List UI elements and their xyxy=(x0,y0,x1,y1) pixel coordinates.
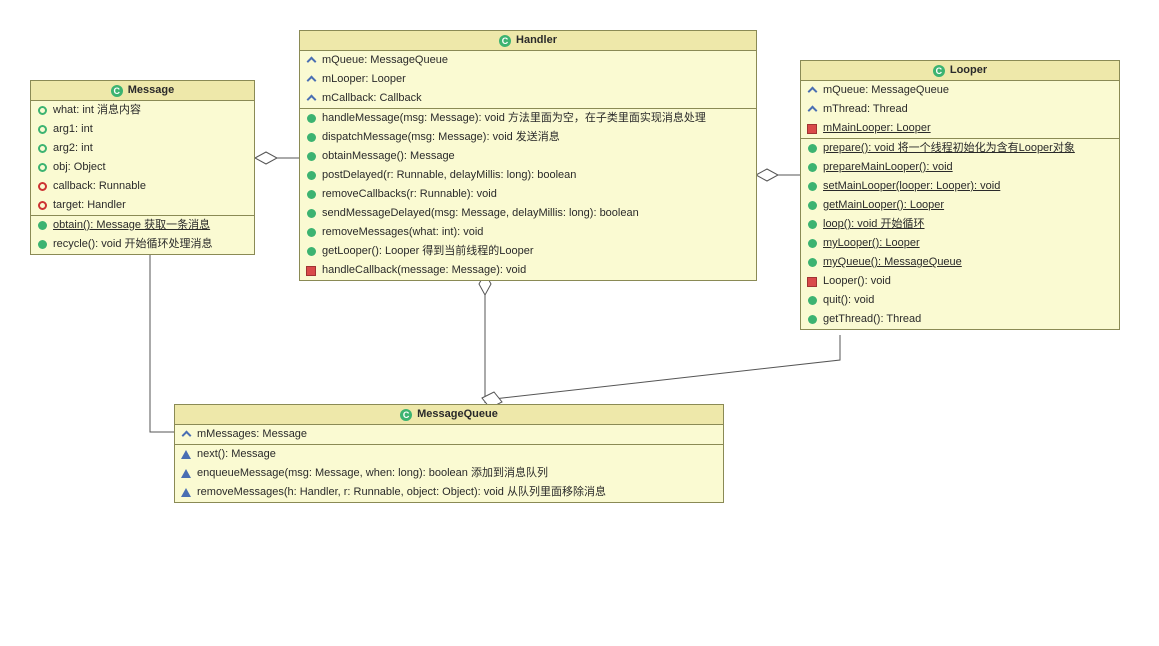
public-method-icon xyxy=(307,190,316,199)
method-row: quit(): void xyxy=(801,291,1119,310)
attr-row: target: Handler xyxy=(31,196,254,215)
class-title: C Looper xyxy=(801,61,1119,81)
class-icon: C xyxy=(933,65,945,77)
public-attr-icon xyxy=(38,125,47,134)
attr-row: obj: Object xyxy=(31,158,254,177)
method-row: obtainMessage(): Message xyxy=(300,147,756,166)
private-method-icon xyxy=(306,266,316,276)
method-row: dispatchMessage(msg: Message): void 发送消息 xyxy=(300,128,756,147)
package-attr-icon xyxy=(807,106,817,116)
class-handler: C Handler mQueue: MessageQueue mLooper: L… xyxy=(299,30,757,281)
public-method-icon xyxy=(808,182,817,191)
public-method-icon xyxy=(808,220,817,229)
method-row: prepareMainLooper(): void xyxy=(801,158,1119,177)
method-row: postDelayed(r: Runnable, delayMillis: lo… xyxy=(300,166,756,185)
public-method-icon xyxy=(307,114,316,123)
method-row: handleMessage(msg: Message): void 方法里面为空… xyxy=(300,108,756,128)
package-method-icon xyxy=(181,469,191,478)
method-row: getMainLooper(): Looper xyxy=(801,196,1119,215)
attr-row: mLooper: Looper xyxy=(300,70,756,89)
class-icon: C xyxy=(499,35,511,47)
package-method-icon xyxy=(181,450,191,459)
attr-row: mMainLooper: Looper xyxy=(801,119,1119,138)
method-row: Looper(): void xyxy=(801,272,1119,291)
class-name: Handler xyxy=(516,34,557,46)
method-row: sendMessageDelayed(msg: Message, delayMi… xyxy=(300,204,756,223)
public-method-icon xyxy=(38,240,47,249)
public-method-icon xyxy=(808,296,817,305)
attr-row: arg2: int xyxy=(31,139,254,158)
public-method-icon xyxy=(808,258,817,267)
public-method-icon xyxy=(808,239,817,248)
attr-row: mCallback: Callback xyxy=(300,89,756,108)
package-attr-icon xyxy=(807,87,817,97)
attr-row: what: int 消息内容 xyxy=(31,101,254,120)
attr-row: mThread: Thread xyxy=(801,100,1119,119)
method-row: removeMessages(h: Handler, r: Runnable, … xyxy=(175,483,723,502)
method-row: loop(): void 开始循环 xyxy=(801,215,1119,234)
attr-row: arg1: int xyxy=(31,120,254,139)
class-icon: C xyxy=(400,409,412,421)
attr-row: mQueue: MessageQueue xyxy=(300,51,756,70)
class-messagequeue: C MessageQueue mMessages: Message next():… xyxy=(174,404,724,503)
method-row: prepare(): void 将一个线程初始化为含有Looper对象 xyxy=(801,138,1119,158)
private-method-icon xyxy=(807,277,817,287)
class-title: C MessageQueue xyxy=(175,405,723,425)
attr-row: callback: Runnable xyxy=(31,177,254,196)
public-method-icon xyxy=(307,152,316,161)
public-method-icon xyxy=(808,144,817,153)
method-row: myLooper(): Looper xyxy=(801,234,1119,253)
method-row: getThread(): Thread xyxy=(801,310,1119,329)
public-method-icon xyxy=(38,221,47,230)
class-message: C Message what: int 消息内容 arg1: int arg2: … xyxy=(30,80,255,255)
public-method-icon xyxy=(307,209,316,218)
public-method-icon xyxy=(808,315,817,324)
package-attr-icon xyxy=(38,201,47,210)
package-attr-icon xyxy=(181,431,191,441)
class-name: MessageQueue xyxy=(417,408,498,420)
method-row: handleCallback(message: Message): void xyxy=(300,261,756,280)
public-method-icon xyxy=(808,163,817,172)
package-attr-icon xyxy=(306,95,316,105)
public-method-icon xyxy=(808,201,817,210)
public-attr-icon xyxy=(38,106,47,115)
class-title: C Handler xyxy=(300,31,756,51)
class-icon: C xyxy=(111,85,123,97)
private-attr-icon xyxy=(807,124,817,134)
public-method-icon xyxy=(307,247,316,256)
method-row: removeMessages(what: int): void xyxy=(300,223,756,242)
method-row: recycle(): void 开始循环处理消息 xyxy=(31,235,254,254)
class-looper: C Looper mQueue: MessageQueue mThread: Th… xyxy=(800,60,1120,330)
method-row: setMainLooper(looper: Looper): void xyxy=(801,177,1119,196)
class-name: Message xyxy=(128,84,174,96)
public-method-icon xyxy=(307,133,316,142)
package-attr-icon xyxy=(38,182,47,191)
public-attr-icon xyxy=(38,144,47,153)
class-name: Looper xyxy=(950,64,987,76)
package-method-icon xyxy=(181,488,191,497)
method-row: next(): Message xyxy=(175,444,723,464)
package-attr-icon xyxy=(306,57,316,67)
public-attr-icon xyxy=(38,163,47,172)
method-row: getLooper(): Looper 得到当前线程的Looper xyxy=(300,242,756,261)
method-row: enqueueMessage(msg: Message, when: long)… xyxy=(175,464,723,483)
method-row: myQueue(): MessageQueue xyxy=(801,253,1119,272)
public-method-icon xyxy=(307,171,316,180)
package-attr-icon xyxy=(306,76,316,86)
method-row: removeCallbacks(r: Runnable): void xyxy=(300,185,756,204)
public-method-icon xyxy=(307,228,316,237)
attr-row: mQueue: MessageQueue xyxy=(801,81,1119,100)
method-row: obtain(): Message 获取一条消息 xyxy=(31,215,254,235)
attr-row: mMessages: Message xyxy=(175,425,723,444)
class-title: C Message xyxy=(31,81,254,101)
